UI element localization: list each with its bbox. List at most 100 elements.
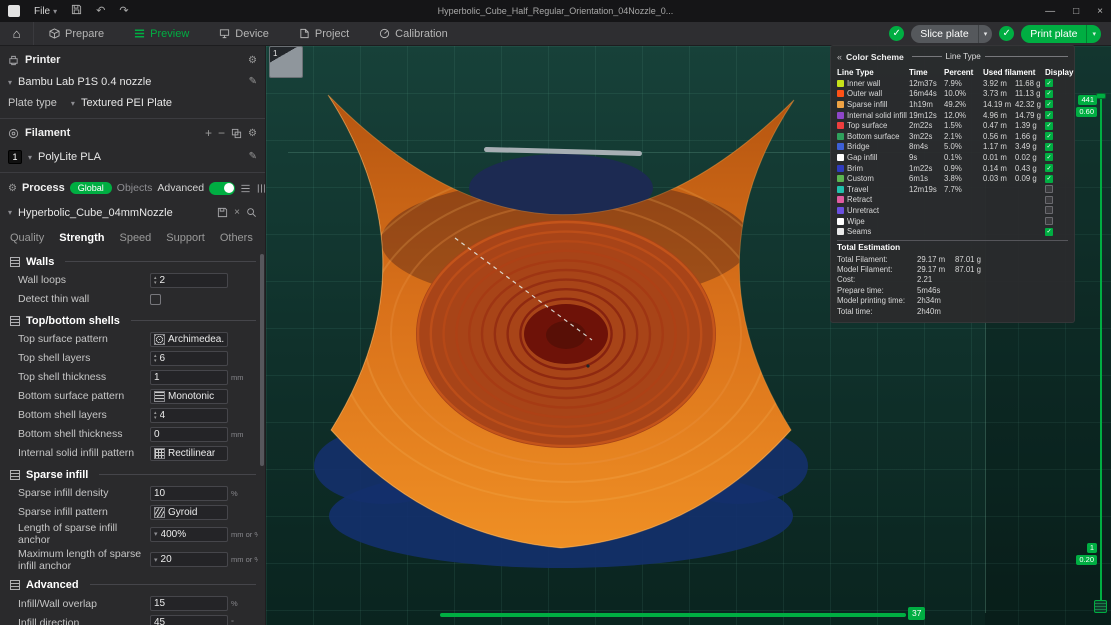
undo-icon[interactable]: ↶ bbox=[96, 6, 105, 17]
display-checkbox[interactable]: ✓ bbox=[1045, 228, 1053, 236]
display-checkbox[interactable]: ✓ bbox=[1045, 143, 1053, 151]
save-preset-icon[interactable] bbox=[217, 207, 228, 218]
divider bbox=[985, 56, 1068, 57]
settings-group-header[interactable]: Sparse infill bbox=[10, 465, 256, 484]
tab-speed[interactable]: Speed bbox=[119, 232, 151, 244]
stepper-field[interactable]: ▴▾6 bbox=[150, 351, 228, 366]
home-button[interactable]: ⌂ bbox=[0, 22, 34, 45]
display-checkbox[interactable]: ✓ bbox=[1045, 111, 1053, 119]
line-type-percent: 0.1% bbox=[944, 153, 983, 162]
layers-view-icon[interactable] bbox=[1094, 600, 1107, 613]
filament-settings-icon[interactable]: ⚙ bbox=[248, 128, 257, 139]
settings-group-header[interactable]: Advanced bbox=[10, 575, 256, 594]
display-checkbox[interactable]: ✓ bbox=[1045, 164, 1053, 172]
settings-group-header[interactable]: Walls bbox=[10, 252, 256, 271]
setting-unit: ° bbox=[228, 618, 256, 625]
setting-row: Bottom surface patternMonotonic bbox=[10, 387, 256, 406]
save-project-icon[interactable] bbox=[71, 4, 82, 18]
objects-tab[interactable]: Objects bbox=[117, 182, 153, 194]
stepper-arrows[interactable]: ▴▾ bbox=[154, 276, 157, 285]
tab-device[interactable]: Device bbox=[204, 22, 284, 45]
line-type-swatch bbox=[837, 207, 844, 214]
file-menu[interactable]: File ▾ bbox=[34, 6, 57, 17]
pattern-field[interactable]: Archimedea... bbox=[150, 332, 228, 347]
display-checkbox[interactable] bbox=[1045, 206, 1053, 214]
line-type-grams: 0.09 g bbox=[1015, 174, 1045, 183]
number-field[interactable]: 15 bbox=[150, 596, 228, 611]
stepper-arrows[interactable]: ▴▾ bbox=[154, 411, 157, 420]
tab-others[interactable]: Others bbox=[220, 232, 253, 244]
number-field[interactable]: 1 bbox=[150, 370, 228, 385]
tab-support[interactable]: Support bbox=[166, 232, 205, 244]
delete-preset-icon[interactable]: × bbox=[234, 208, 240, 218]
minimize-button[interactable]: — bbox=[1045, 6, 1055, 17]
total-label: Total time: bbox=[837, 307, 917, 316]
step-slider-track[interactable] bbox=[440, 613, 906, 617]
sidebar-scrollbar[interactable] bbox=[260, 254, 264, 466]
stepper-arrows[interactable]: ▴▾ bbox=[154, 354, 157, 363]
tab-quality[interactable]: Quality bbox=[10, 232, 44, 244]
display-checkbox[interactable]: ✓ bbox=[1045, 175, 1053, 183]
line-type-name: Unretract bbox=[847, 206, 879, 215]
display-checkbox[interactable]: ✓ bbox=[1045, 79, 1053, 87]
print-plate-button[interactable]: Print plate ▾ bbox=[1021, 25, 1101, 43]
line-type-percent: 7.7% bbox=[944, 185, 983, 194]
param-list-icon[interactable] bbox=[240, 183, 251, 194]
number-field[interactable]: 0 bbox=[150, 427, 228, 442]
display-checkbox[interactable]: ✓ bbox=[1045, 90, 1053, 98]
stepper-field[interactable]: ▴▾2 bbox=[150, 273, 228, 288]
number-field[interactable]: 45 bbox=[150, 615, 228, 625]
setting-label: Sparse infill pattern bbox=[18, 506, 150, 518]
compare-presets-icon[interactable] bbox=[256, 183, 266, 194]
caret-down-icon[interactable]: ▾ bbox=[1087, 30, 1101, 38]
filament-preset-select[interactable]: 1 ▾ PolyLite PLA ✎ bbox=[0, 148, 265, 166]
line-type-grams: 11.68 g bbox=[1015, 79, 1045, 88]
pattern-field[interactable]: Rectilinear bbox=[150, 446, 228, 461]
checkbox[interactable] bbox=[150, 294, 161, 305]
gyroid-pattern-icon bbox=[154, 507, 165, 518]
settings-group-header[interactable]: Top/bottom shells bbox=[10, 311, 256, 330]
display-checkbox[interactable] bbox=[1045, 217, 1053, 225]
total-value-1: 5m46s bbox=[917, 286, 955, 295]
display-checkbox[interactable]: ✓ bbox=[1045, 122, 1053, 130]
printer-settings-icon[interactable]: ⚙ bbox=[248, 55, 257, 66]
layer-slider-handle[interactable] bbox=[1096, 93, 1106, 99]
combo-field[interactable]: ▾400% bbox=[150, 527, 228, 542]
search-preset-icon[interactable] bbox=[246, 207, 257, 218]
layer-slider-track[interactable] bbox=[1100, 96, 1102, 600]
setting-label: Bottom shell thickness bbox=[18, 428, 150, 440]
tab-prepare[interactable]: Prepare bbox=[34, 22, 119, 45]
slice-plate-button[interactable]: Slice plate ▾ bbox=[911, 25, 992, 43]
display-checkbox[interactable] bbox=[1045, 196, 1053, 204]
display-checkbox[interactable]: ✓ bbox=[1045, 100, 1053, 108]
combo-field[interactable]: ▾20 bbox=[150, 552, 228, 567]
edit-printer-icon[interactable]: ✎ bbox=[249, 77, 257, 87]
tab-project[interactable]: Project bbox=[284, 22, 364, 45]
caret-down-icon[interactable]: ▾ bbox=[979, 30, 993, 38]
add-filament-icon[interactable]: + bbox=[205, 127, 212, 139]
process-preset-select[interactable]: ▾ Hyperbolic_Cube_04mmNozzle × bbox=[0, 204, 265, 221]
remove-filament-icon[interactable]: − bbox=[218, 127, 225, 139]
close-button[interactable]: × bbox=[1097, 6, 1103, 17]
edit-filament-icon[interactable]: ✎ bbox=[249, 152, 257, 162]
printer-preset-select[interactable]: ▾ Bambu Lab P1S 0.4 nozzle ✎ bbox=[0, 73, 265, 91]
display-checkbox[interactable] bbox=[1045, 185, 1053, 193]
global-tab-badge[interactable]: Global bbox=[70, 182, 112, 194]
tab-preview[interactable]: Preview bbox=[119, 22, 204, 45]
maximize-button[interactable]: □ bbox=[1073, 6, 1079, 17]
display-checkbox[interactable]: ✓ bbox=[1045, 153, 1053, 161]
pattern-field[interactable]: Gyroid bbox=[150, 505, 228, 520]
redo-icon[interactable]: ↷ bbox=[119, 6, 128, 17]
plate-thumbnail[interactable]: 1 bbox=[269, 46, 303, 78]
color-scheme-select[interactable]: Line Type bbox=[912, 52, 1068, 61]
plate-type-select[interactable]: Textured PEI Plate bbox=[81, 97, 257, 109]
tab-calibration[interactable]: Calibration bbox=[364, 22, 463, 45]
tab-strength[interactable]: Strength bbox=[59, 232, 104, 244]
stepper-field[interactable]: ▴▾4 bbox=[150, 408, 228, 423]
advanced-mode-toggle[interactable] bbox=[209, 182, 235, 195]
number-field[interactable]: 10 bbox=[150, 486, 228, 501]
flush-options-icon[interactable] bbox=[231, 128, 242, 139]
display-checkbox[interactable]: ✓ bbox=[1045, 132, 1053, 140]
collapse-legend-icon[interactable]: « bbox=[837, 52, 842, 62]
pattern-field[interactable]: Monotonic bbox=[150, 389, 228, 404]
